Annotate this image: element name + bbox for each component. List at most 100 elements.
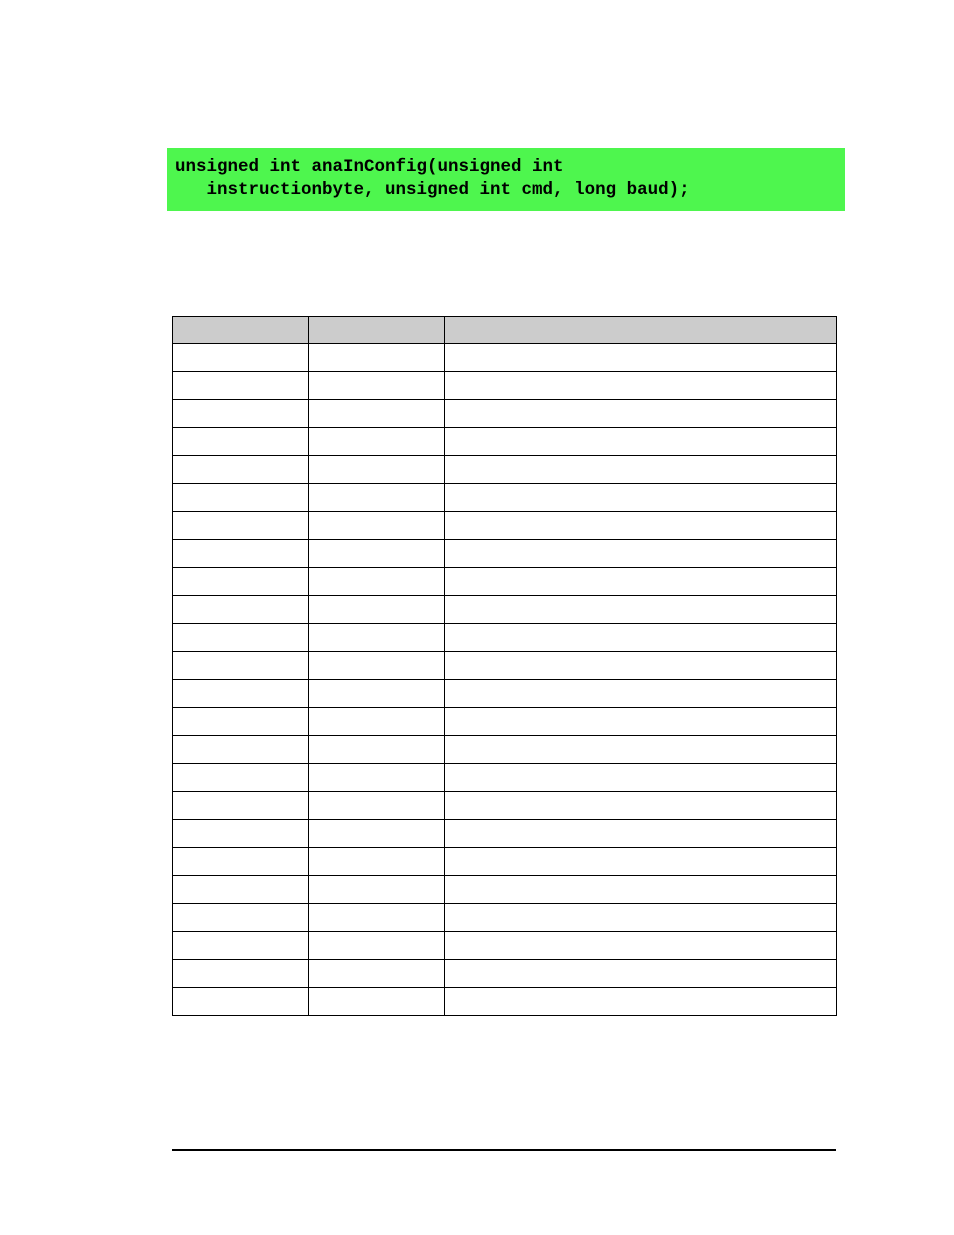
table-cell [172,735,309,764]
table-cell [444,959,837,988]
table-header-cell-3 [444,316,837,344]
table-cell [308,343,445,372]
table-cell [172,931,309,960]
table-row [172,539,837,568]
footer-rule [172,1149,836,1151]
table-cell [308,595,445,624]
table-cell [308,735,445,764]
table-row [172,399,837,428]
table-cell [308,959,445,988]
table-cell [308,511,445,540]
table-row [172,791,837,820]
table-cell [444,483,837,512]
table-cell [172,875,309,904]
table-cell [172,399,309,428]
table-row [172,875,837,904]
table-cell [308,567,445,596]
table-cell [172,903,309,932]
table-cell [172,427,309,456]
table-cell [444,847,837,876]
table-cell [308,903,445,932]
table-cell [444,427,837,456]
table-header-row [172,316,837,344]
table-cell [444,791,837,820]
table-row [172,847,837,876]
table-cell [308,763,445,792]
table-cell [444,455,837,484]
table-cell [444,707,837,736]
table-cell [444,819,837,848]
table-row [172,763,837,792]
table-cell [172,483,309,512]
table-cell [308,371,445,400]
table-row [172,595,837,624]
table-row [172,511,837,540]
code-line-2: instructionbyte, unsigned int cmd, long … [175,180,690,200]
code-block: unsigned int anaInConfig(unsigned int in… [167,148,845,211]
table-cell [444,735,837,764]
table-row [172,819,837,848]
table-cell [172,455,309,484]
table-row [172,455,837,484]
table-cell [172,763,309,792]
table-row [172,343,837,372]
table-cell [172,707,309,736]
table-row [172,371,837,400]
table-cell [172,791,309,820]
table-cell [172,987,309,1016]
table-cell [308,539,445,568]
table-cell [172,651,309,680]
table-cell [308,791,445,820]
table-cell [308,427,445,456]
table-cell [308,819,445,848]
table-cell [308,707,445,736]
table-row [172,959,837,988]
table-row [172,483,837,512]
table-cell [308,679,445,708]
table-cell [172,343,309,372]
table-cell [444,539,837,568]
table-cell [172,371,309,400]
table-body [172,343,837,1016]
table-cell [172,847,309,876]
table-cell [172,539,309,568]
table-cell [444,399,837,428]
table-row [172,567,837,596]
table-cell [444,903,837,932]
table-cell [172,511,309,540]
table-row [172,735,837,764]
table-cell [172,679,309,708]
table-cell [308,623,445,652]
table-cell [444,679,837,708]
table-cell [308,931,445,960]
table-cell [308,987,445,1016]
table-row [172,707,837,736]
table-cell [308,399,445,428]
table-cell [444,931,837,960]
table-row [172,679,837,708]
table-cell [444,511,837,540]
table-cell [444,371,837,400]
table-row [172,903,837,932]
table-header-cell-1 [172,316,309,344]
parameter-table [172,316,837,1016]
table-cell [172,567,309,596]
table-cell [308,651,445,680]
table-row [172,623,837,652]
table-row [172,931,837,960]
table-cell [444,651,837,680]
table-cell [444,875,837,904]
table-cell [444,623,837,652]
table-cell [444,987,837,1016]
table-cell [172,819,309,848]
table-row [172,987,837,1016]
table-cell [308,455,445,484]
table-cell [308,483,445,512]
table-cell [444,343,837,372]
table-cell [172,959,309,988]
table-cell [308,875,445,904]
document-page: unsigned int anaInConfig(unsigned int in… [0,0,954,1235]
code-line-1: unsigned int anaInConfig(unsigned int [175,157,564,177]
table-row [172,651,837,680]
table-header [172,316,837,344]
